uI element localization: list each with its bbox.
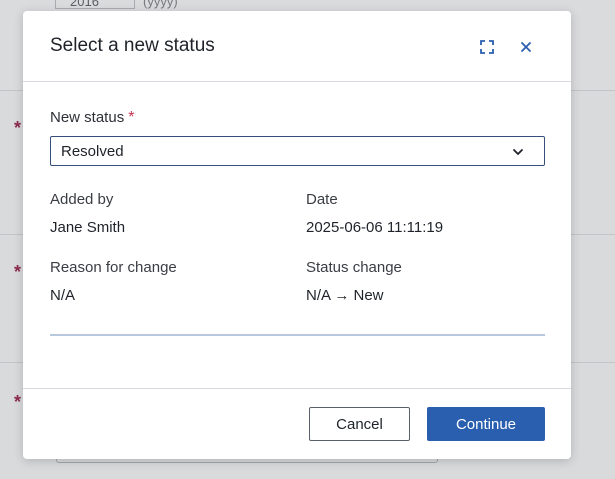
dialog-footer: Cancel Continue <box>23 388 571 460</box>
chevron-down-icon <box>512 145 524 163</box>
date-label: Date <box>306 191 338 208</box>
new-status-label: New status <box>50 109 125 126</box>
new-status-label-row: New status * <box>50 109 134 127</box>
close-icon[interactable] <box>515 36 537 58</box>
added-by-value: Jane Smith <box>50 219 126 236</box>
fullscreen-icon[interactable] <box>476 36 498 58</box>
background-required-asterisk: * <box>14 262 22 282</box>
status-change-label: Status change <box>306 259 402 276</box>
content-divider <box>50 334 545 336</box>
background-year-hint: (yyyy) <box>143 0 178 9</box>
background-required-asterisk: * <box>14 118 22 138</box>
reason-for-change-label: Reason for change <box>50 259 177 276</box>
status-dialog: Select a new status New status * Resolved… <box>23 11 571 459</box>
continue-button[interactable]: Continue <box>427 407 545 441</box>
background-year-value: 2016 <box>70 0 99 9</box>
dialog-header: Select a new status <box>23 11 571 82</box>
required-marker: * <box>128 109 135 126</box>
date-value: 2025-06-06 11:11:19 <box>306 219 444 236</box>
new-status-select[interactable]: Resolved <box>50 136 545 166</box>
reason-for-change-value: N/A <box>50 287 76 304</box>
status-change-value: N/A → New <box>306 287 384 304</box>
dialog-title: Select a new status <box>50 35 215 56</box>
added-by-label: Added by <box>50 191 114 208</box>
cancel-button[interactable]: Cancel <box>309 407 410 441</box>
background-required-asterisk: * <box>14 392 22 412</box>
new-status-selected-value: Resolved <box>61 142 124 160</box>
